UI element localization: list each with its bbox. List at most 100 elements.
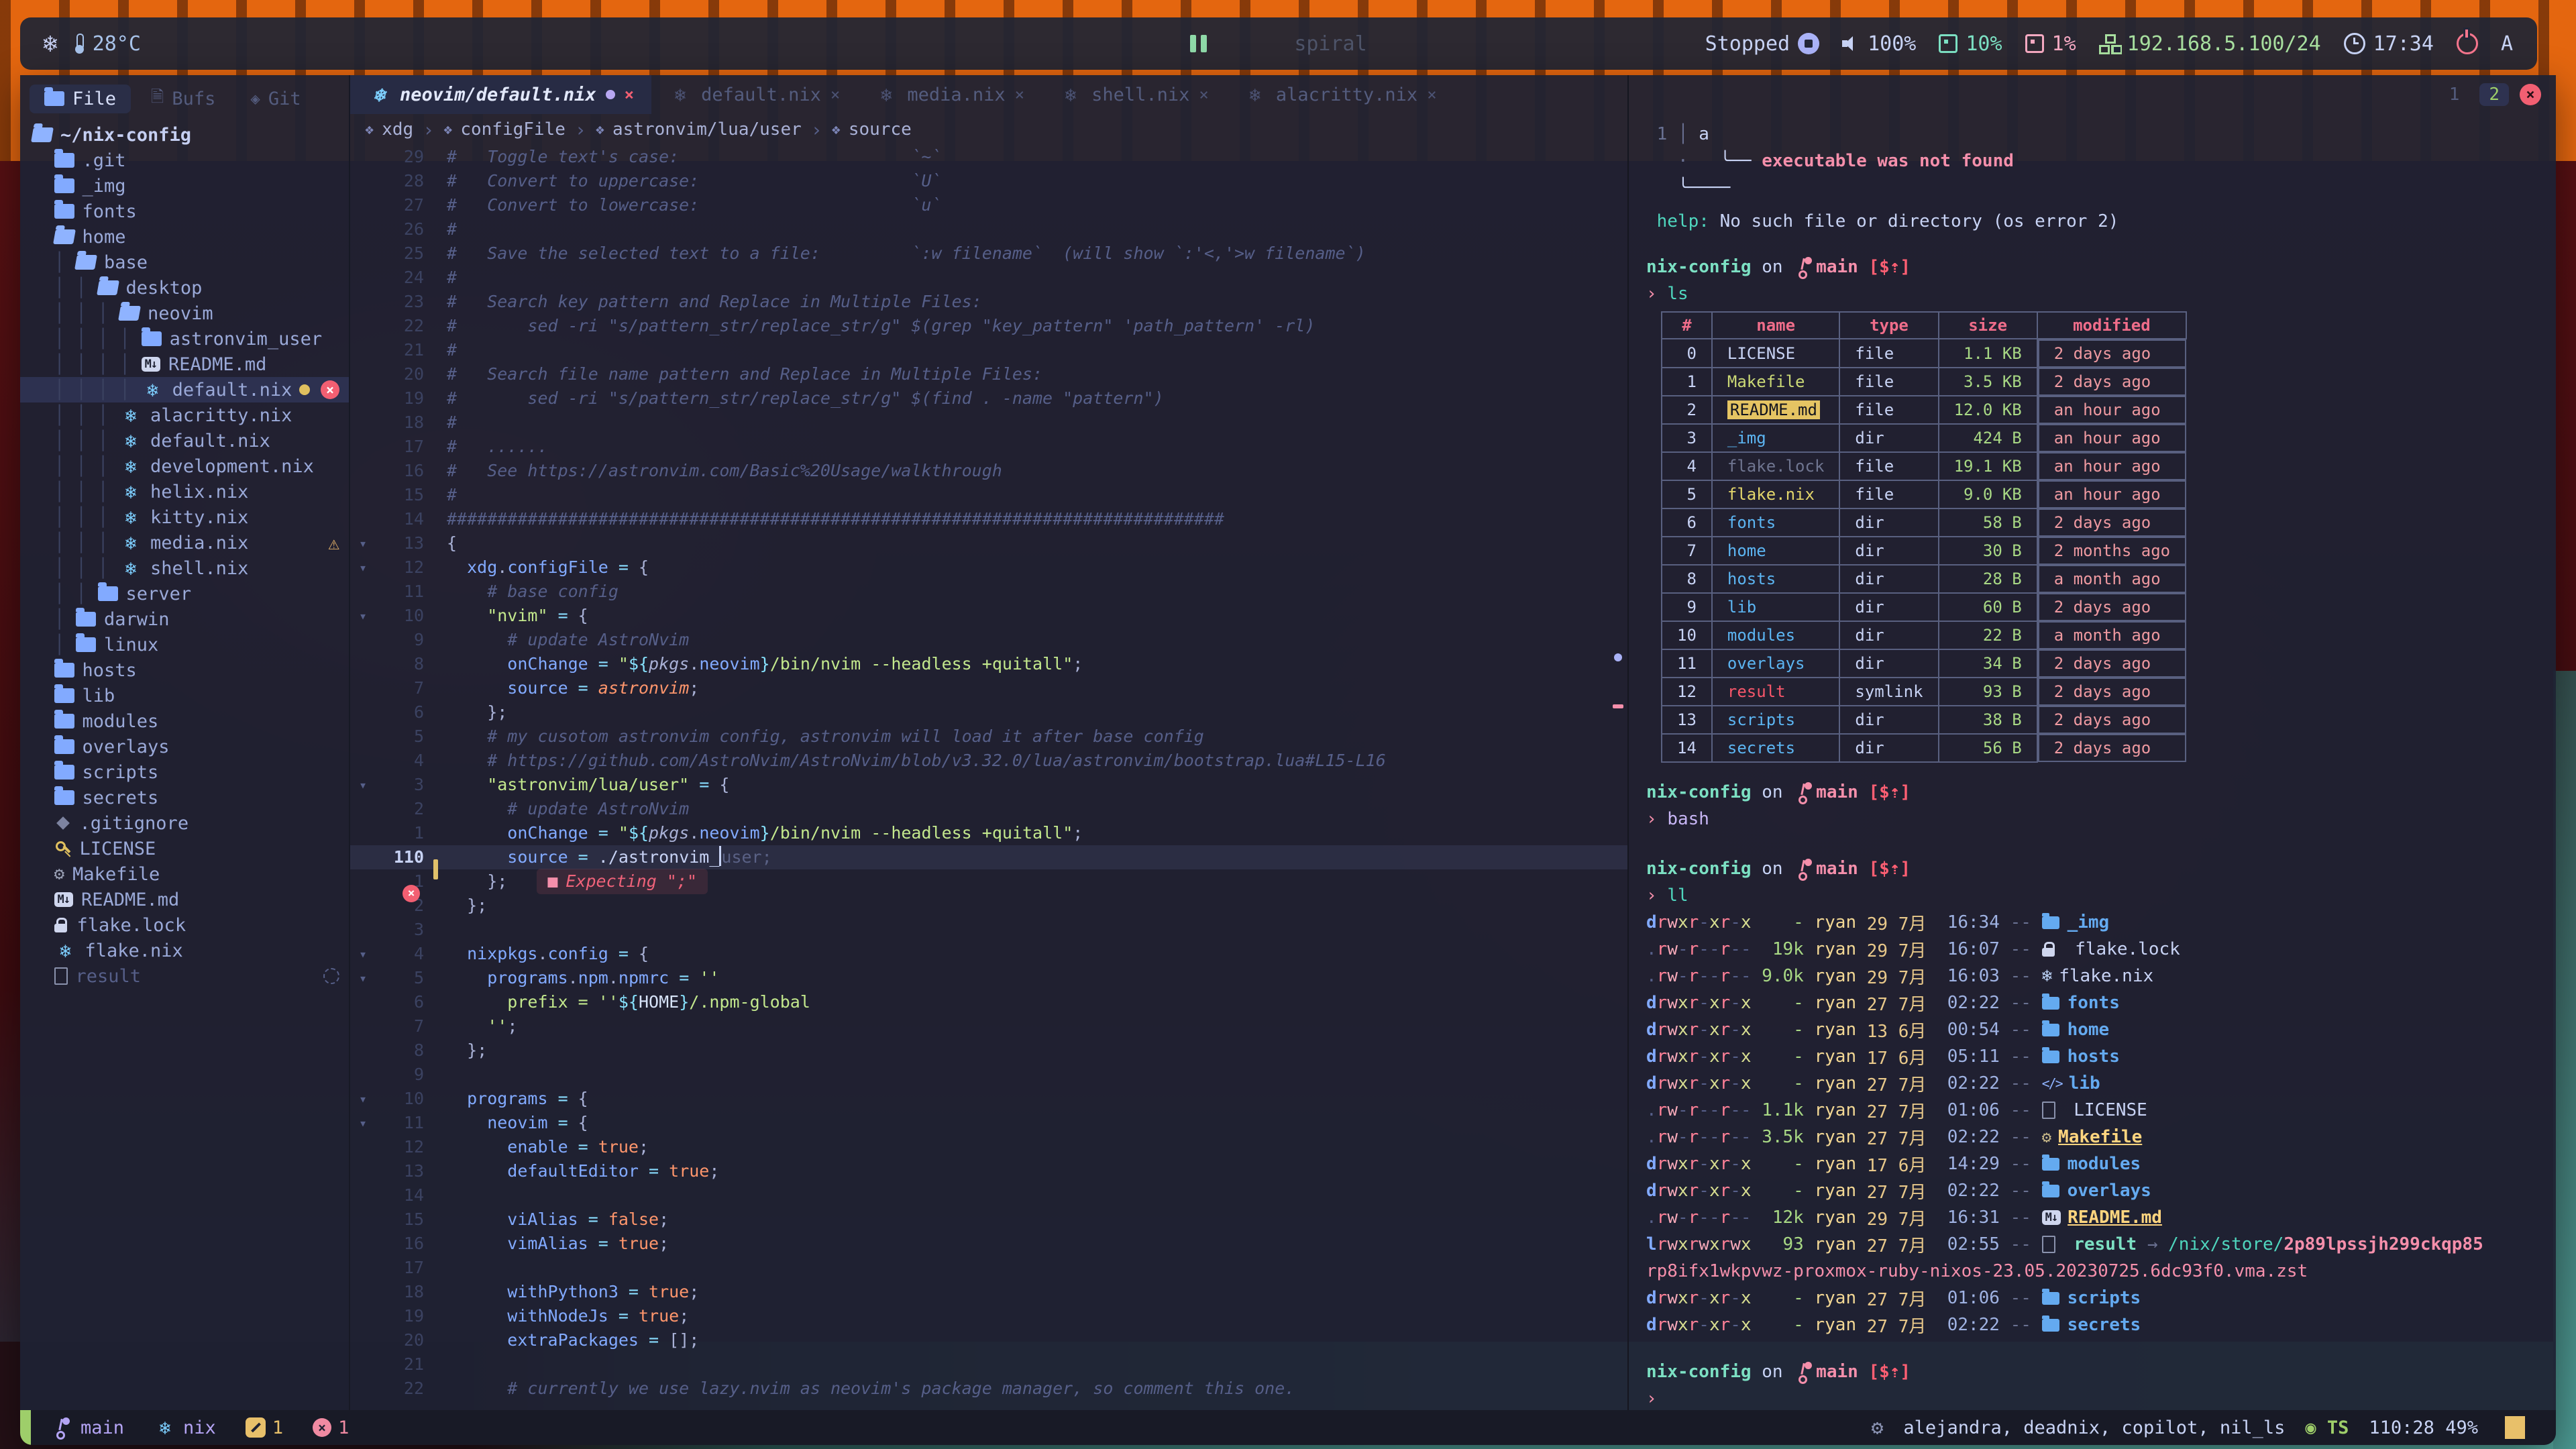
- fold-arrow-icon[interactable]: ▾: [350, 604, 376, 628]
- fold-arrow-icon[interactable]: ▾: [350, 555, 376, 580]
- code-line[interactable]: 20 extraPackages = [];: [350, 1328, 1627, 1352]
- tree-item-helix.nix[interactable]: │ │ │ ❄helix.nix: [20, 479, 349, 504]
- buffer-tab-shell.nix[interactable]: ❄shell.nix×: [1042, 75, 1226, 114]
- tree-item-astronvim_user[interactable]: │ │ │ │ astronvim_user: [20, 326, 349, 352]
- code-line[interactable]: 21#: [350, 338, 1627, 362]
- code-line[interactable]: 18 withPython3 = true;: [350, 1280, 1627, 1304]
- code-line[interactable]: 2 # update AstroNvim: [350, 797, 1627, 821]
- code-line[interactable]: 21: [350, 1352, 1627, 1377]
- close-icon[interactable]: ×: [625, 85, 634, 104]
- code-line[interactable]: ▾13{: [350, 531, 1627, 555]
- breadcrumb-item[interactable]: ❖source: [832, 119, 912, 140]
- tree-item-overlays[interactable]: overlays: [20, 734, 349, 759]
- code-line[interactable]: 26#: [350, 217, 1627, 241]
- fold-arrow-icon[interactable]: ▾: [350, 1087, 376, 1111]
- tree-item-lib[interactable]: lib: [20, 683, 349, 708]
- clock-widget[interactable]: 17:34: [2344, 32, 2434, 56]
- breadcrumb-item[interactable]: ❖configFile: [443, 119, 566, 140]
- code-line[interactable]: ▾3 "astronvim/lua/user" = {: [350, 773, 1627, 797]
- tree-item-result[interactable]: result: [20, 963, 349, 989]
- code-line[interactable]: 2 };: [350, 894, 1627, 918]
- tree-item-~/nix-config[interactable]: ~/nix-config: [20, 122, 349, 148]
- tree-item-LICENSE[interactable]: LICENSE: [20, 836, 349, 861]
- tree-item-hosts[interactable]: hosts: [20, 657, 349, 683]
- sidebar-tab-git[interactable]: ◈Git: [235, 85, 315, 113]
- fold-arrow-icon[interactable]: ▾: [350, 531, 376, 555]
- player-status-widget[interactable]: Stopped: [1705, 32, 1819, 56]
- temperature-widget[interactable]: 28°C: [75, 32, 141, 56]
- code-line[interactable]: 7 '';: [350, 1014, 1627, 1038]
- sidebar-tab-file[interactable]: File: [30, 85, 131, 113]
- code-line[interactable]: 24#: [350, 266, 1627, 290]
- cpu-widget[interactable]: 10%: [1939, 32, 2002, 56]
- buffer-tab-default.nix[interactable]: ❄default.nix×: [651, 75, 857, 114]
- memory-widget[interactable]: 1%: [2025, 32, 2076, 56]
- code-line[interactable]: ▾4 nixpkgs.config = {: [350, 942, 1627, 966]
- keyboard-layout[interactable]: A: [2501, 32, 2513, 56]
- tree-item-linux[interactable]: │ linux: [20, 632, 349, 657]
- code-line[interactable]: 16 vimAlias = true;: [350, 1232, 1627, 1256]
- code-line[interactable]: 16# See https://astronvim.com/Basic%20Us…: [350, 459, 1627, 483]
- fold-arrow-icon[interactable]: ▾: [350, 966, 376, 990]
- code-line[interactable]: 3: [350, 918, 1627, 942]
- buffer-tab-alacritty.nix[interactable]: ❄alacritty.nix×: [1226, 75, 1454, 114]
- tree-item-home[interactable]: home: [20, 224, 349, 250]
- code-line[interactable]: 29# Toggle text's case: `~`: [350, 145, 1627, 169]
- code-line[interactable]: 4 # https://github.com/AstroNvim/AstroNv…: [350, 749, 1627, 773]
- close-icon[interactable]: ×: [321, 380, 339, 399]
- code-line[interactable]: 12 enable = true;: [350, 1135, 1627, 1159]
- tree-item-default.nix[interactable]: │ │ │ │ ❄default.nix×: [20, 377, 349, 402]
- tree-item-darwin[interactable]: │ darwin: [20, 606, 349, 632]
- tree-item-media.nix[interactable]: │ │ │ ❄media.nix⚠: [20, 530, 349, 555]
- tree-item-secrets[interactable]: secrets: [20, 785, 349, 810]
- code-line[interactable]: 23# Search key pattern and Replace in Mu…: [350, 290, 1627, 314]
- code-line[interactable]: 14######################################…: [350, 507, 1627, 531]
- code-area[interactable]: 29# Toggle text's case: `~`28# Convert t…: [350, 145, 1627, 1410]
- tree-item-desktop[interactable]: │ │ desktop: [20, 275, 349, 301]
- code-line[interactable]: 9: [350, 1063, 1627, 1087]
- code-line[interactable]: 9 # update AstroNvim: [350, 628, 1627, 652]
- pause-icon[interactable]: [1190, 35, 1207, 52]
- code-line[interactable]: 15 viAlias = false;: [350, 1208, 1627, 1232]
- code-line[interactable]: 13 defaultEditor = true;: [350, 1159, 1627, 1183]
- code-line[interactable]: 6 prefix = ''${HOME}/.npm-global: [350, 990, 1627, 1014]
- tree-item-.gitignore[interactable]: .gitignore: [20, 810, 349, 836]
- tree-item-_img[interactable]: _img: [20, 173, 349, 199]
- code-line[interactable]: 5 # my cusotom astronvim config, astronv…: [350, 724, 1627, 749]
- tree-item-README.md[interactable]: M↓README.md: [20, 887, 349, 912]
- tree-item-server[interactable]: │ │ server: [20, 581, 349, 606]
- buffer-tab-media.nix[interactable]: ❄media.nix×: [857, 75, 1042, 114]
- tree-item-README.md[interactable]: │ │ │ │ M↓README.md: [20, 352, 349, 377]
- tree-item-kitty.nix[interactable]: │ │ │ ❄kitty.nix: [20, 504, 349, 530]
- tree-item-Makefile[interactable]: ⚙Makefile: [20, 861, 349, 887]
- code-line[interactable]: 14: [350, 1183, 1627, 1208]
- tree-item-fonts[interactable]: fonts: [20, 199, 349, 224]
- code-line[interactable]: 15#: [350, 483, 1627, 507]
- fold-arrow-icon[interactable]: ▾: [350, 1111, 376, 1135]
- code-line[interactable]: ▾11 neovim = {: [350, 1111, 1627, 1135]
- code-line[interactable]: 28# Convert to uppercase: `U`: [350, 169, 1627, 193]
- close-icon[interactable]: ×: [1427, 85, 1436, 104]
- tabpage-2[interactable]: 2: [2479, 83, 2509, 106]
- close-icon[interactable]: ×: [1199, 85, 1208, 104]
- code-line[interactable]: 110 source = ./astronvim_user;: [350, 845, 1627, 869]
- code-line[interactable]: 22# sed -ri "s/pattern_str/replace_str/g…: [350, 314, 1627, 338]
- tree-item-flake.nix[interactable]: ❄flake.nix: [20, 938, 349, 963]
- network-widget[interactable]: 192.168.5.100/24: [2099, 32, 2321, 56]
- tree-item-scripts[interactable]: scripts: [20, 759, 349, 785]
- code-line[interactable]: ▾10 programs = {: [350, 1087, 1627, 1111]
- code-line[interactable]: 22 # currently we use lazy.nvim as neovi…: [350, 1377, 1627, 1401]
- code-line[interactable]: 7 source = astronvim;: [350, 676, 1627, 700]
- code-line[interactable]: 27# Convert to lowercase: `u`: [350, 193, 1627, 217]
- code-line[interactable]: 8 onChange = "${pkgs.neovim}/bin/nvim --…: [350, 652, 1627, 676]
- code-line[interactable]: 17: [350, 1256, 1627, 1280]
- nixos-logo-icon[interactable]: ❄: [43, 30, 58, 58]
- sidebar-tab-bufs[interactable]: 🗎Bufs: [136, 81, 230, 117]
- buffer-tab-neovim/default.nix[interactable]: ❄neovim/default.nix×: [350, 75, 651, 114]
- tree-item-development.nix[interactable]: │ │ │ ❄development.nix: [20, 453, 349, 479]
- close-icon[interactable]: ×: [830, 85, 840, 104]
- code-line[interactable]: 1 onChange = "${pkgs.neovim}/bin/nvim --…: [350, 821, 1627, 845]
- tabpage-1[interactable]: 1: [2440, 83, 2469, 106]
- tree-item-.git[interactable]: .git: [20, 148, 349, 173]
- close-icon[interactable]: ×: [1015, 85, 1024, 104]
